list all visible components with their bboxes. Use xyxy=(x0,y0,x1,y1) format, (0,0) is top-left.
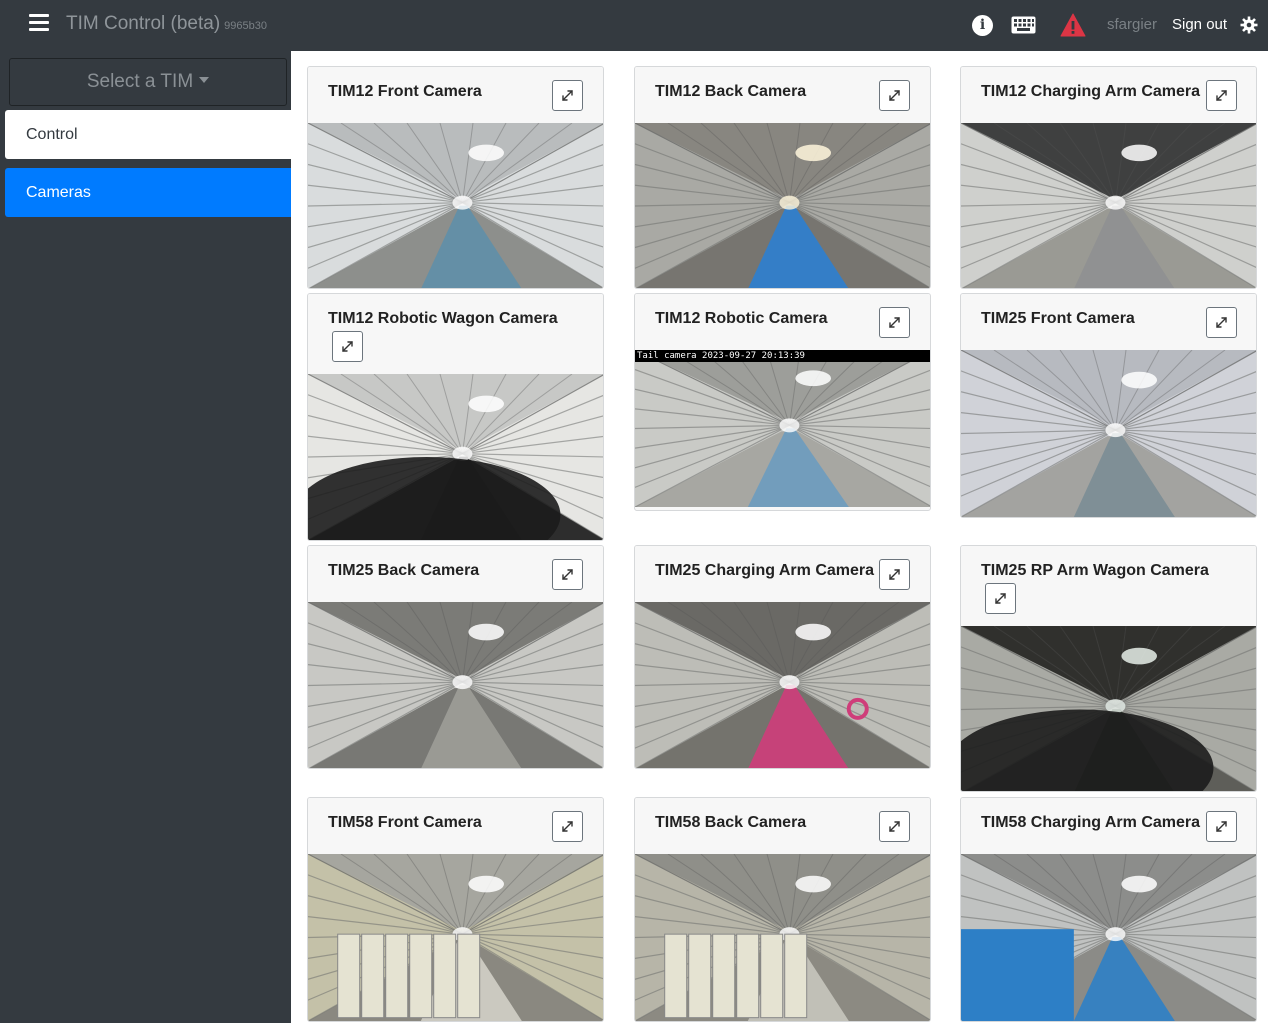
app-title[interactable]: TIM Control (beta) 9965b30 xyxy=(66,13,267,35)
sidebar-item-control[interactable]: Control xyxy=(5,110,296,159)
camera-card-header: TIM25 Charging Arm Camera xyxy=(635,546,930,602)
expand-icon xyxy=(889,569,900,580)
camera-card: TIM25 Charging Arm Camera xyxy=(634,545,931,769)
top-navbar: TIM Control (beta) 9965b30 i sfargier Sig… xyxy=(0,0,1268,51)
camera-card: TIM12 Robotic Wagon Camera xyxy=(307,293,604,541)
chevron-down-icon xyxy=(199,77,210,84)
camera-feed-image[interactable] xyxy=(635,123,930,288)
expand-camera-button[interactable] xyxy=(985,583,1016,614)
camera-card: TIM25 RP Arm Wagon Camera xyxy=(960,545,1257,792)
camera-feed-image[interactable]: Tail camera 2023-09-27 20:13:39 xyxy=(635,350,930,507)
expand-icon xyxy=(562,821,573,832)
expand-camera-button[interactable] xyxy=(552,811,583,842)
camera-title: TIM12 Front Camera xyxy=(328,83,482,100)
expand-icon xyxy=(889,821,900,832)
camera-feed-image[interactable] xyxy=(308,374,603,540)
camera-title: TIM58 Back Camera xyxy=(655,814,807,831)
camera-title: TIM12 Robotic Camera xyxy=(655,310,828,327)
expand-icon xyxy=(562,90,573,101)
camera-card: TIM12 Back Camera xyxy=(634,66,931,289)
expand-icon xyxy=(562,569,573,580)
expand-camera-button[interactable] xyxy=(552,80,583,111)
expand-icon xyxy=(1216,90,1227,101)
expand-icon xyxy=(1216,317,1227,328)
expand-camera-button[interactable] xyxy=(879,811,910,842)
camera-card-header: TIM12 Front Camera xyxy=(308,67,603,123)
camera-card: TIM58 Back Camera xyxy=(634,797,931,1022)
camera-card-header: TIM25 RP Arm Wagon Camera xyxy=(961,546,1256,626)
camera-card-header: TIM58 Back Camera xyxy=(635,798,930,854)
sidebar-item-cameras[interactable]: Cameras xyxy=(5,168,296,217)
expand-camera-button[interactable] xyxy=(552,559,583,590)
camera-card: TIM58 Front Camera xyxy=(307,797,604,1022)
expand-camera-button[interactable] xyxy=(1206,80,1237,111)
camera-feed-image[interactable] xyxy=(961,854,1256,1021)
alert-icon[interactable] xyxy=(1060,13,1086,42)
expand-camera-button[interactable] xyxy=(879,307,910,338)
camera-card-header: TIM12 Back Camera xyxy=(635,67,930,123)
camera-title: TIM12 Back Camera xyxy=(655,83,807,100)
camera-card: TIM58 Charging Arm Camera xyxy=(960,797,1257,1022)
camera-title: TIM58 Front Camera xyxy=(328,814,482,831)
select-tim-label: Select a TIM xyxy=(86,71,194,92)
expand-camera-button[interactable] xyxy=(1206,307,1237,338)
expand-camera-button[interactable] xyxy=(879,80,910,111)
camera-card-header: TIM25 Front Camera xyxy=(961,294,1256,350)
expand-icon xyxy=(995,593,1006,604)
camera-card: TIM25 Front Camera xyxy=(960,293,1257,518)
expand-icon xyxy=(889,90,900,101)
camera-feed-image[interactable] xyxy=(635,602,930,768)
camera-title: TIM25 Charging Arm Camera xyxy=(655,562,875,579)
camera-card: TIM25 Back Camera xyxy=(307,545,604,769)
expand-camera-button[interactable] xyxy=(332,331,363,362)
camera-card-header: TIM25 Back Camera xyxy=(308,546,603,602)
camera-feed-image[interactable] xyxy=(308,123,603,288)
camera-feed-image[interactable] xyxy=(308,602,603,768)
sidebar: Select a TIM Control Cameras xyxy=(0,51,296,1023)
expand-camera-button[interactable] xyxy=(1206,811,1237,842)
camera-card: TIM12 Front Camera xyxy=(307,66,604,289)
expand-icon xyxy=(1216,821,1227,832)
camera-title: TIM58 Charging Arm Camera xyxy=(981,814,1201,831)
expand-camera-button[interactable] xyxy=(879,559,910,590)
camera-card-header: TIM12 Robotic Camera xyxy=(635,294,930,350)
camera-card-header: TIM58 Front Camera xyxy=(308,798,603,854)
app-title-text: TIM Control (beta) xyxy=(66,13,221,34)
gear-icon[interactable] xyxy=(1240,16,1258,39)
camera-card-header: TIM58 Charging Arm Camera xyxy=(961,798,1256,854)
camera-feed-image[interactable] xyxy=(961,626,1256,791)
camera-feed-image[interactable] xyxy=(961,350,1256,517)
camera-grid: TIM12 Front Camera TIM12 Back Camera TIM12… xyxy=(291,51,1268,1023)
camera-title: TIM12 Robotic Wagon Camera xyxy=(328,310,558,327)
camera-title: TIM25 Back Camera xyxy=(328,562,480,579)
camera-feed-image[interactable] xyxy=(635,854,930,1021)
camera-feed-image[interactable] xyxy=(308,854,603,1021)
camera-title: TIM25 Front Camera xyxy=(981,310,1135,327)
app-version: 9965b30 xyxy=(224,20,267,32)
sign-out-link[interactable]: Sign out xyxy=(1172,16,1227,33)
camera-card: TIM12 Charging Arm Camera xyxy=(960,66,1257,289)
username: sfargier xyxy=(1107,16,1158,33)
keyboard-icon[interactable] xyxy=(1011,16,1036,39)
expand-icon xyxy=(889,317,900,328)
camera-card-header: TIM12 Charging Arm Camera xyxy=(961,67,1256,123)
select-tim-dropdown[interactable]: Select a TIM xyxy=(9,58,287,106)
camera-card-header: TIM12 Robotic Wagon Camera xyxy=(308,294,603,374)
menu-icon[interactable] xyxy=(29,14,49,32)
expand-icon xyxy=(342,341,353,352)
info-icon[interactable]: i xyxy=(972,15,993,36)
camera-title: TIM25 RP Arm Wagon Camera xyxy=(981,562,1209,579)
camera-feed-image[interactable] xyxy=(961,123,1256,288)
camera-title: TIM12 Charging Arm Camera xyxy=(981,83,1201,100)
camera-card: TIM12 Robotic Camera Tail camera 2023-09-… xyxy=(634,293,931,511)
camera-overlay-timestamp: Tail camera 2023-09-27 20:13:39 xyxy=(635,350,930,362)
